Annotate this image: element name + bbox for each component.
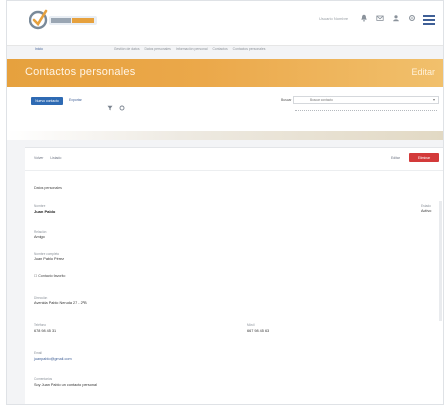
search-label: Buscar	[281, 98, 292, 102]
breadcrumb-item[interactable]: Gestión de datos	[114, 47, 140, 51]
breadcrumb-item[interactable]: Contactos	[212, 47, 227, 51]
refresh-icon[interactable]	[119, 98, 125, 111]
card-header: Volver Listado Editar Eliminar	[25, 148, 443, 171]
bell-icon[interactable]	[359, 13, 368, 22]
phone-value: 678 98 45 31	[34, 329, 57, 333]
back-links: Volver Listado	[34, 156, 67, 160]
section-title: Datos personales	[34, 186, 62, 190]
user-icon[interactable]	[391, 13, 400, 22]
breadcrumb-item: Contactos personales	[232, 47, 266, 51]
logo-icon	[28, 9, 97, 30]
favorite-label: Contacto favorito	[38, 274, 66, 278]
user-name[interactable]: Usuario Nombre	[319, 16, 348, 21]
breadcrumb-home[interactable]: Inicio	[35, 47, 43, 51]
top-header: Usuario Nombre	[7, 1, 443, 46]
list-button[interactable]: Listado	[50, 156, 61, 160]
comments-value: Soy Juan Pablo un contacto personal	[34, 383, 97, 387]
breadcrumb-item[interactable]: Información personal	[176, 47, 208, 51]
relation-value: Amigo	[34, 235, 45, 239]
section-divider-band	[7, 131, 443, 140]
search-placeholder: Buscar contacto	[310, 98, 333, 102]
name-value: Juan Pablo	[34, 209, 56, 214]
address-label: Dirección	[34, 296, 48, 300]
status-label: Estado	[421, 204, 431, 208]
chevron-down-icon: ▾	[432, 97, 435, 102]
comments-label: Comentarios	[34, 377, 53, 381]
mail-icon[interactable]	[375, 13, 384, 22]
filter-icon[interactable]	[107, 98, 113, 111]
toolbar: Nuevo contacto Exportar Buscar Buscar co…	[7, 87, 443, 131]
title-band: Contactos personales Editar	[7, 59, 443, 87]
settings-icon[interactable]	[407, 13, 416, 22]
contact-detail-card: Volver Listado Editar Eliminar Datos per…	[25, 147, 443, 404]
address-value: Avenida Pablo Neruda 27 - 2ºB	[34, 301, 87, 305]
breadcrumb: Inicio Gestión de datos Datos personales…	[35, 47, 435, 55]
hamburger-icon[interactable]	[423, 13, 435, 25]
mobile-label: Móvil	[247, 323, 255, 327]
relation-label: Relación	[34, 230, 47, 234]
scrollbar[interactable]	[439, 201, 442, 321]
export-button[interactable]: Exportar	[69, 98, 82, 102]
new-contact-button[interactable]: Nuevo contacto	[31, 97, 63, 105]
title-action[interactable]: Editar	[411, 67, 435, 77]
back-button[interactable]: Volver	[34, 156, 43, 160]
logo[interactable]	[28, 7, 119, 33]
email-label: Email	[34, 351, 42, 355]
search-divider	[295, 110, 437, 112]
fullname-value: Juan Pablo Pérez	[34, 257, 64, 261]
app-window: Usuario Nombre Inicio Gestión de datos D…	[6, 0, 444, 405]
edit-button[interactable]: Editar	[391, 156, 400, 160]
phone-label: Teléfono	[34, 323, 47, 327]
fullname-label: Nombre completo	[34, 252, 60, 256]
page-title: Contactos personales	[25, 66, 136, 78]
email-value[interactable]: juanpablo@gmail.com	[34, 357, 72, 361]
mobile-value: 667 98 45 63	[247, 329, 270, 333]
favorite-checkbox[interactable]: ☐ Contacto favorito	[34, 274, 65, 278]
breadcrumb-item[interactable]: Datos personales	[144, 47, 170, 51]
search-input[interactable]: Buscar contacto ▾	[293, 96, 439, 104]
delete-button[interactable]: Eliminar	[409, 153, 439, 162]
status-value: Activo	[421, 209, 432, 213]
name-label: Nombre	[34, 204, 46, 208]
